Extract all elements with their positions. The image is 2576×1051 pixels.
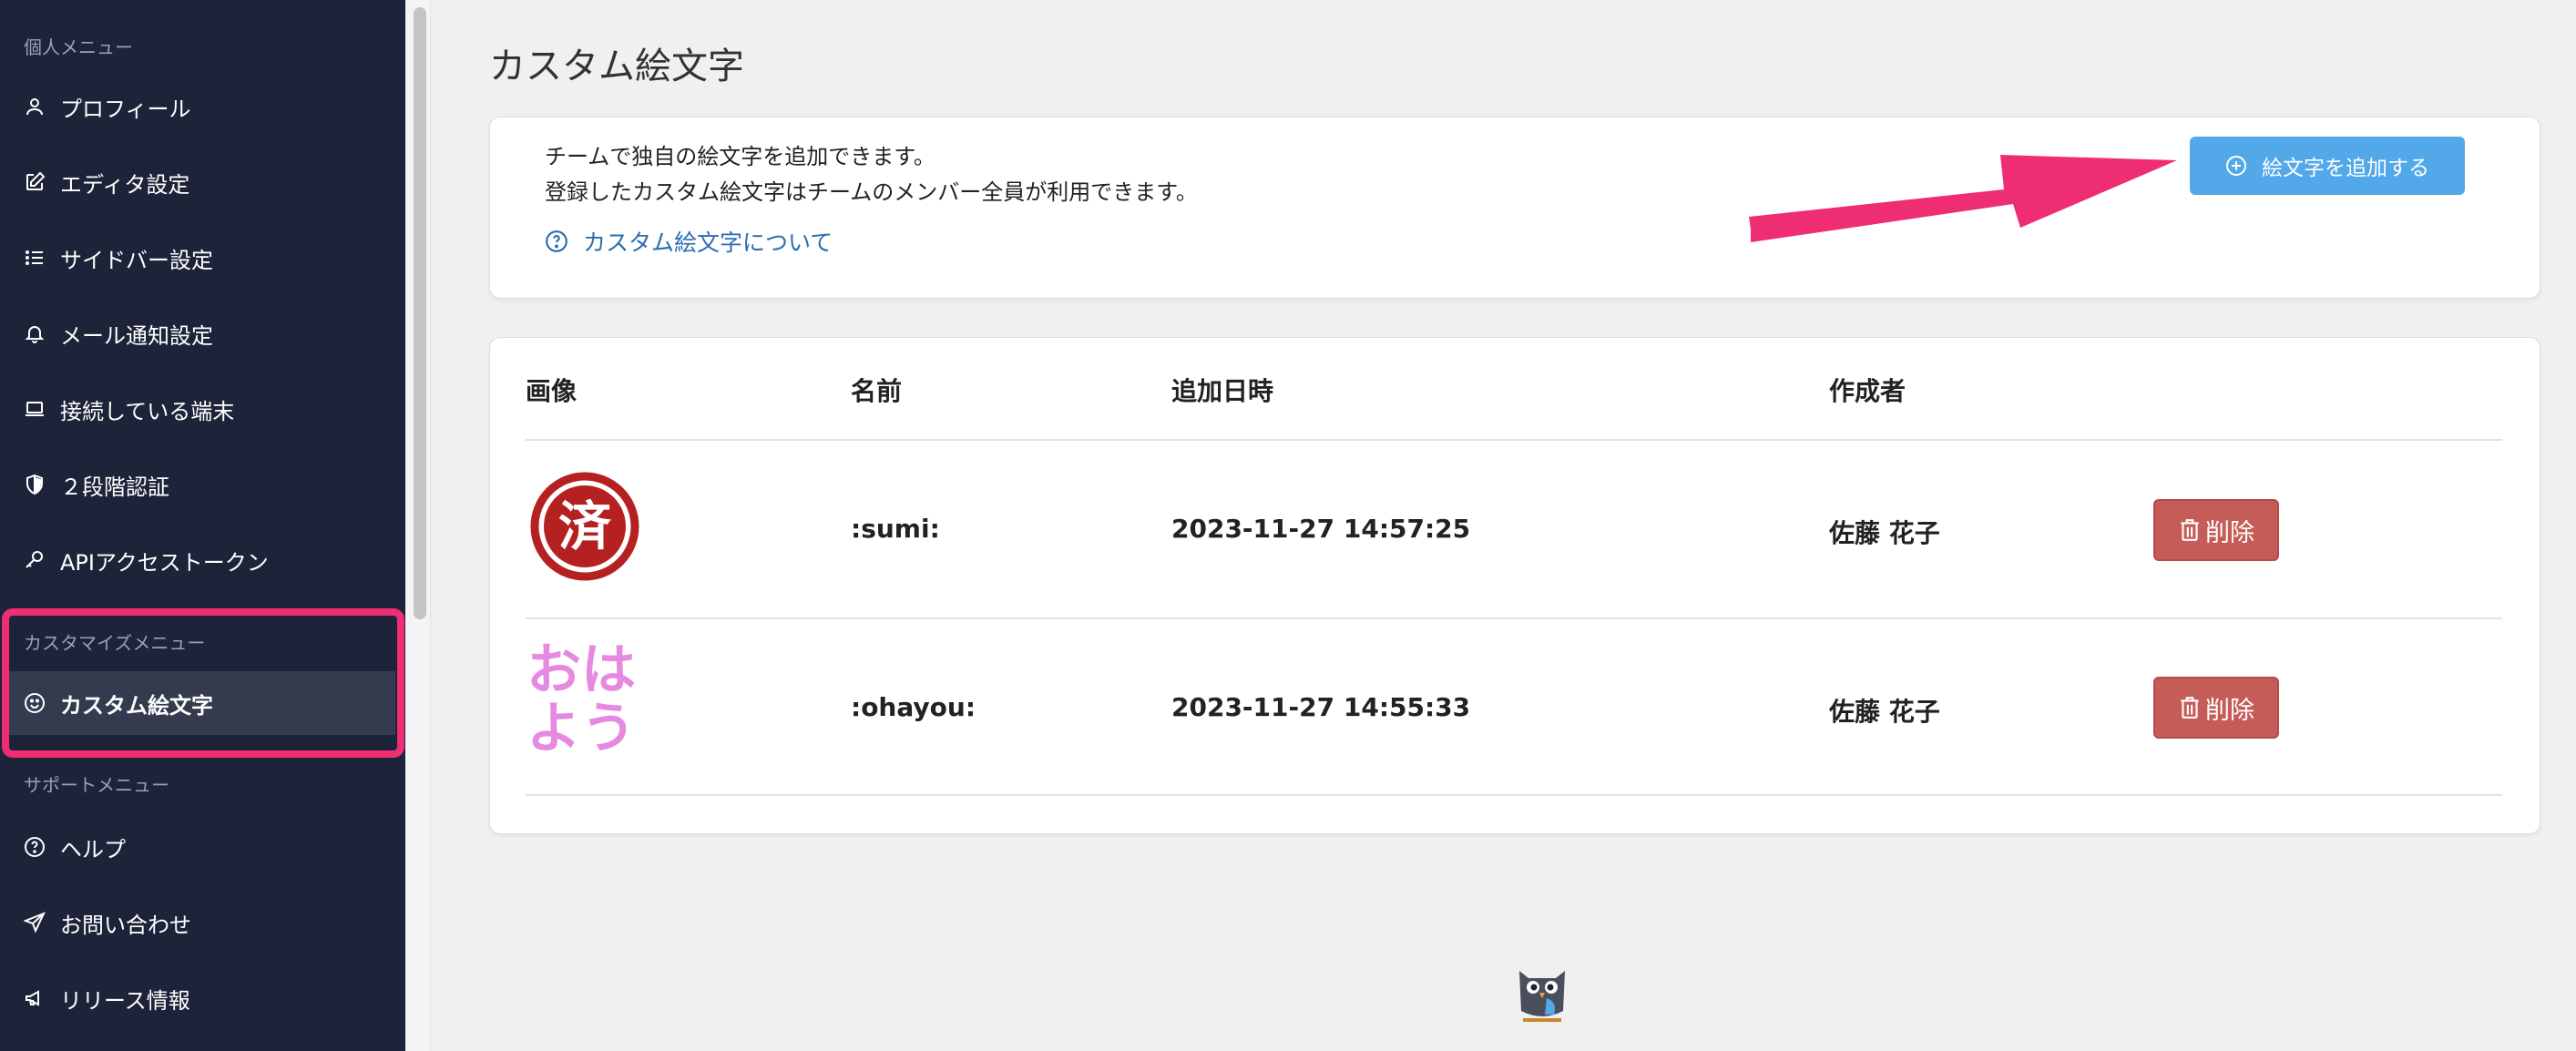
sidebar-item-editor-settings[interactable]: エディタ設定 [0,150,405,214]
sidebar-item-profile[interactable]: プロフィール [0,75,405,138]
emoji-image-ohayou-line1: おは [526,638,636,702]
delete-button[interactable]: 削除 [2153,499,2279,561]
sidebar-item-label: メール通知設定 [60,322,213,349]
delete-button-label: 削除 [2205,518,2254,547]
sidebar: 個人メニュー プロフィール エディタ設定 サイドバー設定 メール通知設定 接続し… [0,0,405,1051]
trash-icon [2178,695,2202,720]
laptop-icon [24,398,46,420]
row-date: 2023-11-27 14:55:33 [1171,692,1471,722]
arrow-annotation [1749,155,2177,242]
help-link-label: カスタム絵文字について [583,230,833,256]
owl-logo-icon [1519,971,1565,1022]
sidebar-item-sidebar-settings[interactable]: サイドバー設定 [0,226,405,290]
sidebar-item-two-factor[interactable]: ２段階認証 [0,453,405,516]
sidebar-item-label: APIアクセストークン [60,549,269,576]
page-title: カスタム絵文字 [489,46,744,87]
table-row-divider [526,617,2502,619]
sidebar-item-contact[interactable]: お問い合わせ [0,891,405,954]
sidebar-item-release-info[interactable]: リリース情報 [0,966,405,1030]
delete-button-label: 削除 [2205,696,2254,725]
column-header-name: 名前 [851,376,903,406]
delete-button[interactable]: 削除 [2153,677,2279,739]
sidebar-item-label: エディタ設定 [60,171,190,198]
sidebar-item-mail-notifications[interactable]: メール通知設定 [0,301,405,365]
emoji-image-ohayou-line2: よう [526,697,636,760]
row-name: :sumi: [851,514,940,544]
row-author: 佐藤 花子 [1829,697,1940,727]
key-icon [24,549,46,571]
question-icon [545,230,568,253]
sidebar-item-api-token[interactable]: APIアクセストークン [0,528,405,592]
bell-icon [24,322,46,344]
sidebar-item-label: ２段階認証 [60,474,169,500]
row-date: 2023-11-27 14:57:25 [1171,514,1471,544]
shield-icon [24,474,46,495]
sidebar-item-label: リリース情報 [60,987,190,1014]
list-icon [24,247,46,269]
question-icon [24,836,46,858]
column-header-author: 作成者 [1829,376,1906,406]
info-text-line1: チームで独自の絵文字を追加できます。 [545,144,935,169]
emoji-image-ohayou: おは よう [526,641,645,760]
table-header-divider [526,439,2502,441]
custom-emoji-help-link[interactable]: カスタム絵文字について [545,225,833,258]
sidebar-item-label: ヘルプ [60,836,126,862]
emoji-image-sumi: 済 [530,472,639,581]
user-icon [24,96,46,117]
table-row-divider [526,794,2502,796]
edit-icon [24,171,46,193]
emoji-table-card [489,337,2540,834]
add-emoji-button[interactable]: 絵文字を追加する [2190,137,2465,195]
emoji-image-sumi-text: 済 [558,495,612,557]
send-icon [24,912,46,934]
sidebar-item-label: プロフィール [60,96,191,122]
sidebar-item-connected-devices[interactable]: 接続している端末 [0,377,405,441]
scrollbar-thumb[interactable] [414,7,426,619]
trash-icon [2178,517,2202,543]
personal-menu-heading: 個人メニュー [24,36,133,58]
support-menu-heading: サポートメニュー [24,774,169,796]
add-emoji-button-label: 絵文字を追加する [2262,157,2429,180]
highlight-annotation-box [2,608,404,758]
sidebar-item-label: 接続している端末 [60,398,235,424]
sidebar-item-help[interactable]: ヘルプ [0,815,405,879]
plus-circle-icon [2225,155,2247,177]
column-header-image: 画像 [526,376,578,406]
sidebar-item-label: サイドバー設定 [60,247,213,273]
sidebar-item-label: お問い合わせ [60,912,191,938]
row-author: 佐藤 花子 [1829,518,1940,548]
row-name: :ohayou: [851,692,976,722]
column-header-date: 追加日時 [1171,376,1274,406]
megaphone-icon [24,987,46,1009]
info-text-line2: 登録したカスタム絵文字はチームのメンバー全員が利用できます。 [545,179,1198,205]
